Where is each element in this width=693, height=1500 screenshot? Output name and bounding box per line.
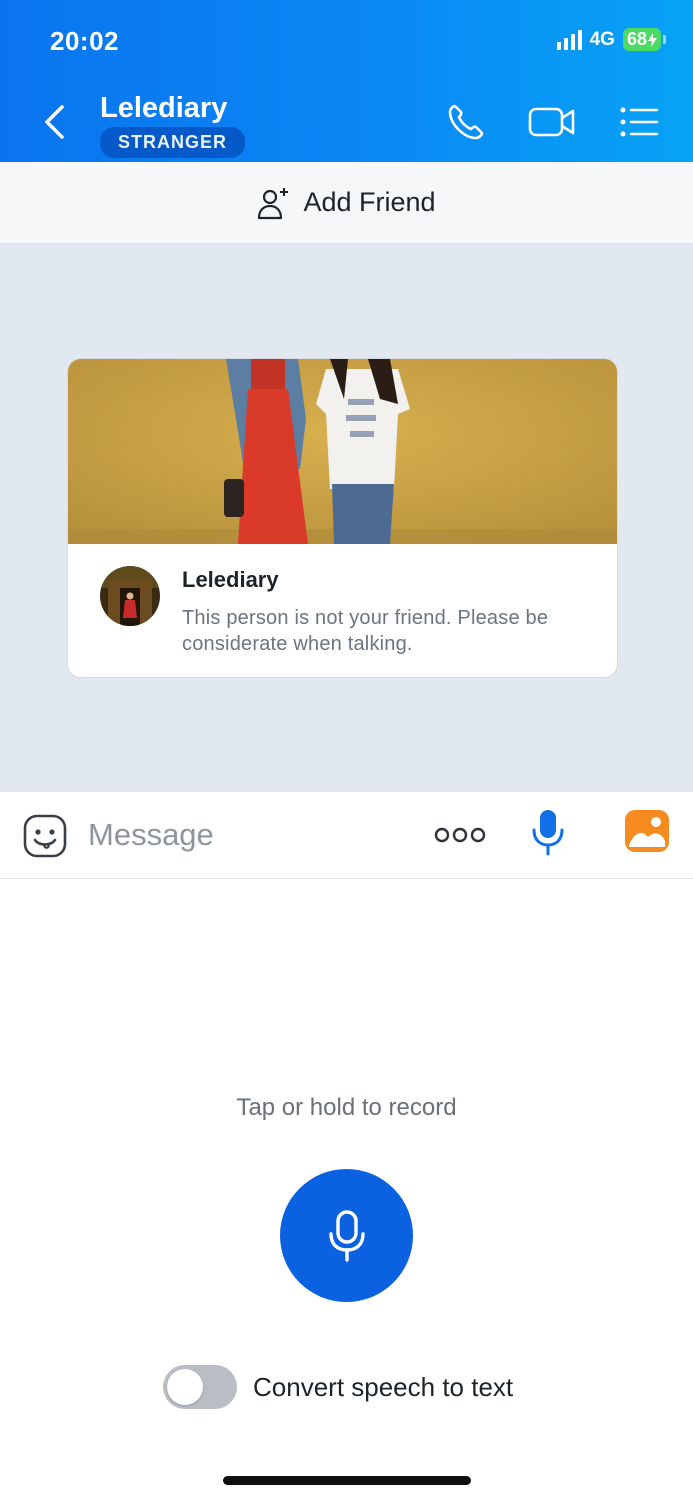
more-options-button[interactable] — [434, 822, 486, 848]
speech-to-text-row: Convert speech to text — [163, 1365, 513, 1409]
chat-area: Lelediary This person is not your friend… — [0, 244, 693, 792]
network-type: 4G — [589, 28, 615, 50]
image-gallery-icon — [625, 810, 669, 852]
list-menu-icon — [620, 107, 659, 137]
voice-call-button[interactable] — [444, 100, 488, 144]
microphone-icon — [532, 810, 564, 856]
speech-to-text-label: Convert speech to text — [253, 1371, 514, 1402]
avatar-image — [100, 566, 160, 626]
battery-level: 68 — [626, 29, 647, 49]
chat-header: 20:02 4G 68 Lelediary STRANGER — [0, 0, 693, 162]
chevron-left-icon — [45, 105, 64, 139]
status-indicators: 4G 68 — [556, 28, 667, 51]
emoji-button[interactable] — [22, 813, 68, 859]
more-dots-icon — [434, 827, 486, 843]
speech-to-text-toggle[interactable] — [163, 1365, 237, 1409]
signal-icon — [556, 29, 582, 50]
cover-photo-image — [68, 359, 617, 544]
toggle-knob — [167, 1369, 203, 1405]
voice-message-button[interactable] — [530, 808, 566, 856]
message-composer — [0, 792, 693, 879]
photo-button[interactable] — [624, 809, 670, 853]
add-friend-label: Add Friend — [303, 187, 436, 217]
card-name: Lelediary — [182, 567, 279, 592]
contact-name[interactable]: Lelediary — [100, 92, 227, 125]
charging-bolt-icon — [648, 32, 657, 47]
sticker-face-icon — [23, 814, 67, 858]
stranger-badge: STRANGER — [100, 127, 246, 158]
options-menu-button[interactable] — [617, 100, 661, 144]
message-input[interactable] — [88, 814, 408, 856]
microphone-icon — [328, 1209, 365, 1262]
record-hint: Tap or hold to record — [236, 1094, 457, 1121]
back-button[interactable] — [38, 102, 70, 142]
cover-photo — [68, 359, 617, 544]
battery-icon: 68 — [622, 28, 667, 51]
profile-card[interactable]: Lelediary This person is not your friend… — [67, 358, 618, 678]
add-friend-button[interactable]: Add Friend — [0, 162, 693, 244]
video-camera-icon — [528, 107, 575, 137]
phone-icon — [448, 104, 484, 140]
status-time: 20:02 — [50, 26, 119, 56]
stranger-notice: This person is not your friend. Please b… — [182, 607, 549, 655]
add-person-icon — [258, 187, 289, 219]
avatar[interactable] — [100, 566, 160, 626]
record-button[interactable] — [280, 1169, 413, 1302]
video-call-button[interactable] — [527, 100, 577, 144]
home-indicator[interactable] — [223, 1476, 471, 1485]
